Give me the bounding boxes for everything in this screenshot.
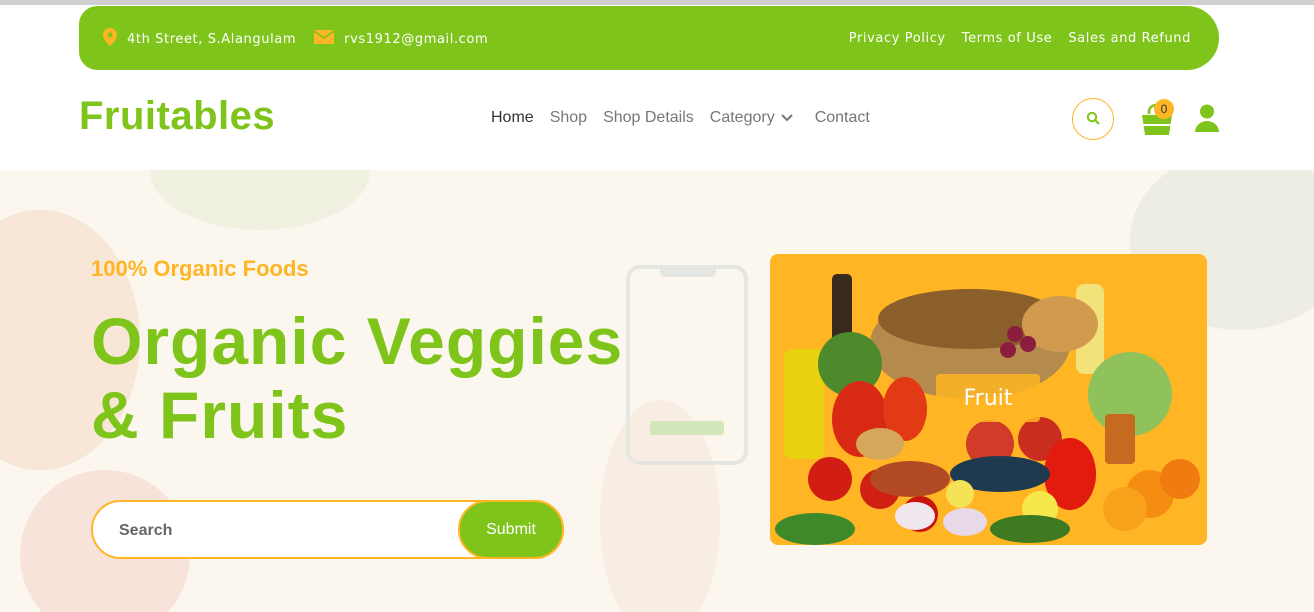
hero-subtitle: 100% Organic Foods: [91, 256, 309, 281]
sales-refund-link[interactable]: Sales and Refund: [1068, 31, 1191, 46]
hero-headline-line2: & Fruits: [91, 378, 349, 452]
policy-links: Privacy Policy Terms of Use Sales and Re…: [833, 31, 1191, 46]
submit-button[interactable]: Submit: [458, 500, 564, 559]
address-text: 4th Street, S.Alangulam: [127, 31, 297, 47]
shopping-bag-icon: [1140, 103, 1174, 140]
bg-decoration-veg: [150, 170, 370, 230]
hero-search-form: Submit: [91, 500, 564, 559]
bg-phone-notch: [660, 269, 716, 277]
terms-of-use-link[interactable]: Terms of Use: [962, 31, 1053, 46]
nav-home[interactable]: Home: [491, 109, 534, 127]
search-icon: [1086, 110, 1100, 129]
category-label[interactable]: Fruit: [936, 374, 1040, 422]
privacy-policy-link[interactable]: Privacy Policy: [849, 31, 946, 46]
user-icon: [1195, 104, 1219, 136]
contact-info: 4th Street, S.Alangulam rvs1912@gmail.co…: [103, 28, 506, 50]
envelope-icon: [313, 30, 344, 48]
nav-shop-details[interactable]: Shop Details: [603, 109, 694, 127]
browser-top-line: [0, 0, 1314, 5]
nav-contact[interactable]: Contact: [815, 109, 870, 127]
hero-headline-line1: Organic Veggies: [91, 304, 624, 378]
top-info-bar: 4th Street, S.Alangulam rvs1912@gmail.co…: [79, 6, 1219, 70]
brand-logo[interactable]: Fruitables: [79, 94, 275, 139]
location-pin-icon: [103, 28, 127, 50]
address-item: 4th Street, S.Alangulam: [103, 28, 296, 50]
search-button[interactable]: [1072, 98, 1114, 140]
cart-count-badge: 0: [1154, 99, 1174, 119]
hero-search-input[interactable]: [117, 516, 441, 546]
hero-section: 100% Organic Foods Organic Veggies & Fru…: [0, 170, 1314, 612]
user-account-button[interactable]: [1195, 104, 1219, 136]
nav-category-label: Category: [709, 109, 775, 126]
nav-category[interactable]: Category: [710, 109, 793, 127]
main-nav: Home Shop Shop Details Category Contact: [491, 109, 886, 127]
nav-shop[interactable]: Shop: [550, 109, 587, 127]
hero-image-card[interactable]: Fruit: [770, 254, 1207, 545]
chevron-down-icon: [780, 109, 793, 127]
email-item[interactable]: rvs1912@gmail.com: [313, 30, 488, 48]
email-text[interactable]: rvs1912@gmail.com: [344, 32, 488, 47]
hero-headline: Organic Veggies & Fruits: [91, 304, 691, 452]
